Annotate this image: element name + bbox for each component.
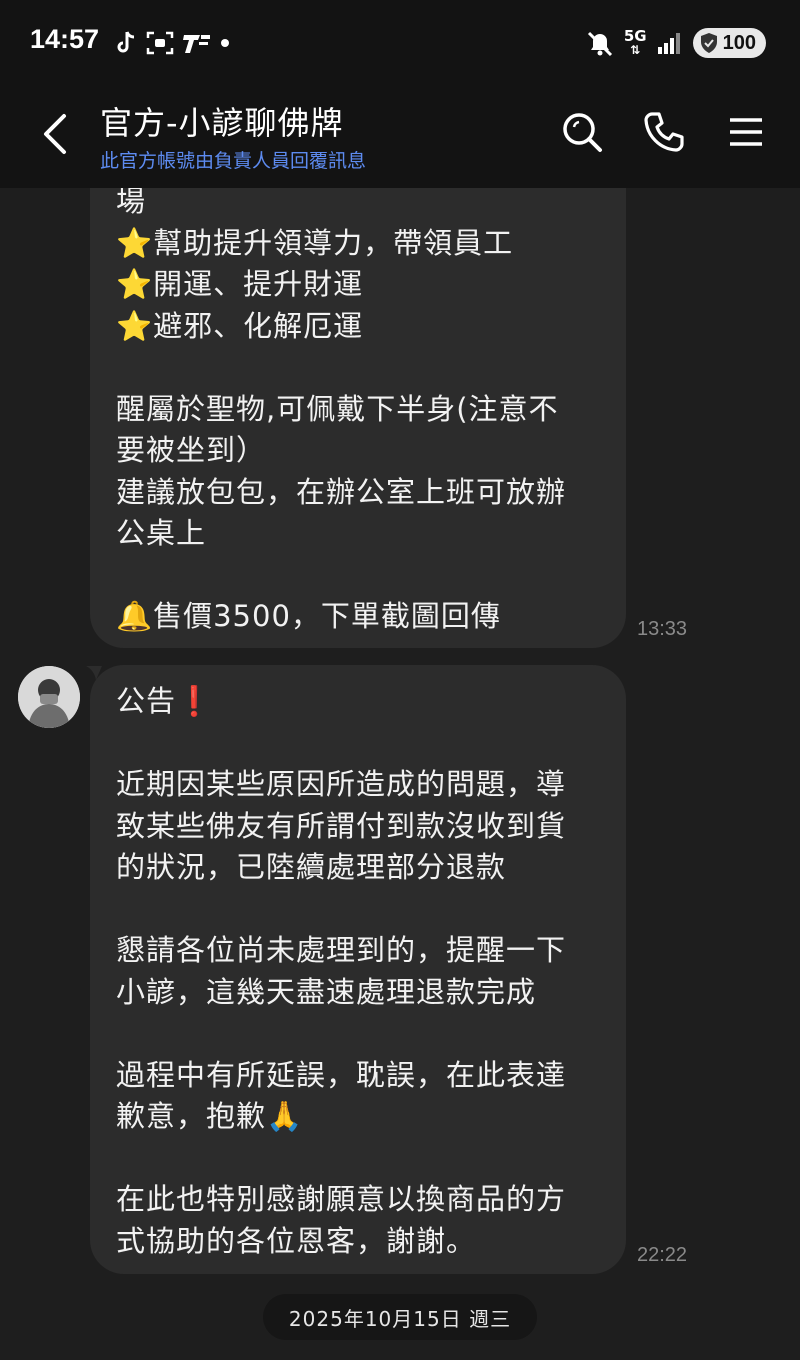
message-line: 建議放包包，在辦公室上班可放辦 [116, 474, 567, 509]
message-bubble[interactable]: 公告❗ 近期因某些原因所造成的問題，導 致某些佛友有所謂付到款沒收到貨 的狀況，… [90, 665, 626, 1274]
status-right: 5G ⇅ 100 [586, 26, 766, 60]
message-line: 的狀況，已陸續處理部分退款 [116, 850, 507, 884]
message-line: 醒屬於聖物,可佩戴下半身(注意不 [116, 391, 559, 426]
status-left-icons [114, 28, 230, 58]
back-button[interactable] [26, 104, 86, 164]
message-line [116, 1013, 596, 1055]
status-bar: 14:57 5G ⇅ 100 [0, 0, 800, 86]
tiktok-icon [117, 31, 135, 53]
header-actions [558, 108, 770, 156]
message-line: 懇請各位尚未處理到的，提醒一下 [116, 933, 567, 967]
hamburger-menu-icon [730, 118, 762, 146]
network-type: 5G ⇅ [623, 27, 647, 58]
message-line [116, 555, 596, 597]
status-time: 14:57 [30, 24, 100, 54]
date-separator: 2025年10月15日 週三 [263, 1294, 537, 1340]
menu-button[interactable] [722, 108, 770, 156]
shield-icon [700, 33, 717, 53]
signal-icon [657, 33, 680, 54]
call-button[interactable] [640, 108, 688, 156]
message-line: 近期因某些原因所造成的問題，導 [116, 767, 567, 801]
message-line [116, 723, 596, 765]
phone-icon [644, 112, 684, 152]
message-line: 小諺，這幾天盡速處理退款完成 [116, 974, 537, 1009]
message-line: 過程中有所延誤，耽誤，在此表達 [116, 1057, 567, 1092]
avatar-image [18, 666, 80, 728]
carrier-logo-icon [183, 35, 210, 53]
message-line: 式協助的各位恩客，謝謝。 [116, 1223, 477, 1258]
search-button[interactable] [558, 108, 606, 156]
message-timestamp: 22:22 [637, 1244, 688, 1266]
battery-level: 100 [722, 31, 756, 54]
chevron-left-icon [44, 114, 66, 154]
message-line: ⭐幫助提升領導力，帶領員工 [116, 225, 514, 260]
mute-icon [587, 31, 612, 57]
message-line [116, 889, 596, 931]
message-line: 致某些佛友有所謂付到款沒收到貨 [116, 808, 567, 843]
battery-indicator: 100 [692, 28, 766, 58]
account-subtitle: 此官方帳號由負責人員回覆訊息 [100, 150, 367, 172]
message-line: ⭐開運、提升財運 [116, 267, 364, 301]
message-line: 公桌上 [116, 516, 207, 550]
message-line: 在此也特別感謝願意以換商品的方 [116, 1182, 567, 1216]
message-line: 🔔售價3500，下單截圖回傳 [116, 599, 501, 633]
search-icon [563, 113, 602, 152]
message-line [116, 347, 596, 389]
page-title: 官方-小諺聊佛牌 [100, 104, 344, 142]
message-line: 要被坐到） [116, 433, 267, 467]
message-line [116, 1138, 596, 1180]
avatar[interactable] [18, 666, 80, 728]
message-bubble[interactable]: 場 ⭐幫助提升領導力，帶領員工 ⭐開運、提升財運 ⭐避邪、化解厄運 醒屬於聖物,… [90, 188, 626, 648]
screenshot-icon [146, 31, 174, 55]
message-line: 歉意，抱歉🙏 [116, 1099, 304, 1133]
notification-dot-icon [221, 39, 229, 47]
message-line: 公告❗ [116, 684, 214, 718]
message-timestamp: 13:33 [637, 618, 688, 640]
chat-messages: 場 ⭐幫助提升領導力，帶領員工 ⭐開運、提升財運 ⭐避邪、化解厄運 醒屬於聖物,… [0, 188, 800, 1360]
message-line: ⭐避邪、化解厄運 [116, 308, 364, 343]
chat-header: 官方-小諺聊佛牌 此官方帳號由負責人員回覆訊息 [0, 86, 800, 188]
message-line: 場 [116, 188, 147, 218]
